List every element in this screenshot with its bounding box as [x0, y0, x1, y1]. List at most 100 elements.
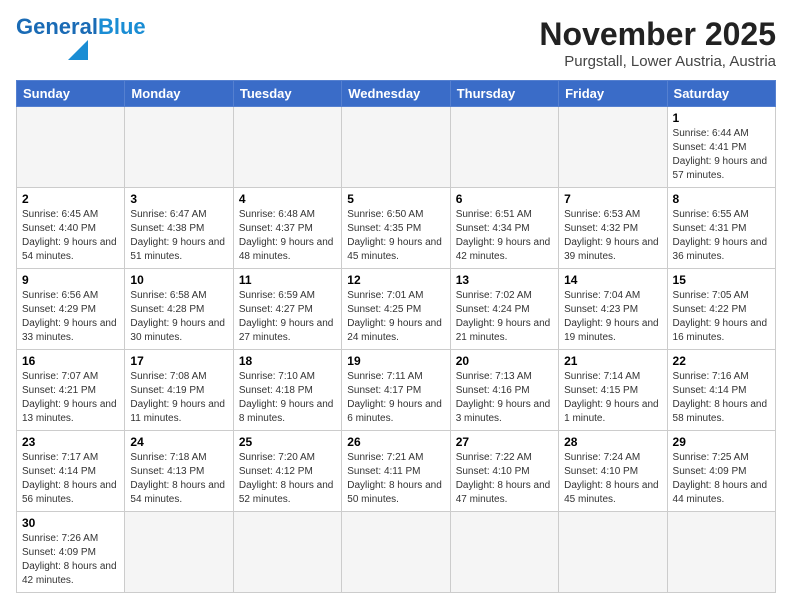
calendar-day-cell: 19 Sunrise: 7:11 AM Sunset: 4:17 PM Dayli… [342, 350, 450, 431]
day-info: Sunrise: 7:01 AM Sunset: 4:25 PM Dayligh… [347, 289, 444, 345]
day-number: 23 [22, 435, 119, 449]
day-info: Sunrise: 6:44 AM Sunset: 4:41 PM Dayligh… [673, 127, 770, 183]
calendar-day-cell: 9 Sunrise: 6:56 AM Sunset: 4:29 PM Daylig… [17, 269, 125, 350]
day-info: Sunrise: 7:11 AM Sunset: 4:17 PM Dayligh… [347, 370, 444, 426]
calendar-day-cell: 8Sunrise: 6:55 AM Sunset: 4:31 PM Daylig… [667, 188, 775, 269]
day-number: 25 [239, 435, 336, 449]
day-number: 3 [130, 192, 227, 206]
calendar-day-cell: 16 Sunrise: 7:07 AM Sunset: 4:21 PM Dayli… [17, 350, 125, 431]
day-info: Sunrise: 7:17 AM Sunset: 4:14 PM Dayligh… [22, 451, 119, 507]
day-number: 11 [239, 273, 336, 287]
calendar-table: SundayMondayTuesdayWednesdayThursdayFrid… [16, 80, 776, 593]
calendar-day-cell: 23 Sunrise: 7:17 AM Sunset: 4:14 PM Dayli… [17, 431, 125, 512]
calendar-day-cell: 29 Sunrise: 7:25 AM Sunset: 4:09 PM Dayli… [667, 431, 775, 512]
day-number: 17 [130, 354, 227, 368]
calendar-day-cell: 12 Sunrise: 7:01 AM Sunset: 4:25 PM Dayli… [342, 269, 450, 350]
day-info: Sunrise: 6:58 AM Sunset: 4:28 PM Dayligh… [130, 289, 227, 345]
calendar-day-cell: 22 Sunrise: 7:16 AM Sunset: 4:14 PM Dayli… [667, 350, 775, 431]
calendar-day-cell: 11 Sunrise: 6:59 AM Sunset: 4:27 PM Dayli… [233, 269, 341, 350]
calendar-day-cell: 27Sunrise: 7:22 AM Sunset: 4:10 PM Dayli… [450, 431, 558, 512]
calendar-week-row: 2 Sunrise: 6:45 AM Sunset: 4:40 PM Daylig… [17, 188, 776, 269]
day-info: Sunrise: 7:18 AM Sunset: 4:13 PM Dayligh… [130, 451, 227, 507]
day-number: 8 [673, 192, 770, 206]
weekday-header: Saturday [667, 81, 775, 107]
calendar-day-cell [450, 107, 558, 188]
day-number: 14 [564, 273, 661, 287]
day-number: 20 [456, 354, 553, 368]
calendar-day-cell [125, 512, 233, 593]
calendar-day-cell: 17 Sunrise: 7:08 AM Sunset: 4:19 PM Dayli… [125, 350, 233, 431]
day-info: Sunrise: 7:13 AM Sunset: 4:16 PM Dayligh… [456, 370, 553, 426]
calendar-day-cell: 20 Sunrise: 7:13 AM Sunset: 4:16 PM Dayli… [450, 350, 558, 431]
day-number: 6 [456, 192, 553, 206]
day-number: 7 [564, 192, 661, 206]
day-info: Sunrise: 6:53 AM Sunset: 4:32 PM Dayligh… [564, 208, 661, 264]
calendar-day-cell [450, 512, 558, 593]
day-number: 19 [347, 354, 444, 368]
day-number: 12 [347, 273, 444, 287]
day-number: 22 [673, 354, 770, 368]
day-info: Sunrise: 6:45 AM Sunset: 4:40 PM Dayligh… [22, 208, 119, 264]
day-info: Sunrise: 7:24 AM Sunset: 4:10 PM Dayligh… [564, 451, 661, 507]
logo-text-general: GeneralBlue [16, 16, 146, 38]
calendar-day-cell: 6Sunrise: 6:51 AM Sunset: 4:34 PM Daylig… [450, 188, 558, 269]
calendar-day-cell [342, 512, 450, 593]
day-number: 18 [239, 354, 336, 368]
day-number: 9 [22, 273, 119, 287]
calendar-day-cell [125, 107, 233, 188]
day-info: Sunrise: 7:25 AM Sunset: 4:09 PM Dayligh… [673, 451, 770, 507]
day-info: Sunrise: 6:59 AM Sunset: 4:27 PM Dayligh… [239, 289, 336, 345]
day-number: 2 [22, 192, 119, 206]
calendar-day-cell: 5 Sunrise: 6:50 AM Sunset: 4:35 PM Daylig… [342, 188, 450, 269]
month-year: November 2025 [539, 16, 776, 53]
calendar-day-cell: 7 Sunrise: 6:53 AM Sunset: 4:32 PM Daylig… [559, 188, 667, 269]
day-info: Sunrise: 7:26 AM Sunset: 4:09 PM Dayligh… [22, 532, 119, 588]
day-number: 5 [347, 192, 444, 206]
day-info: Sunrise: 7:08 AM Sunset: 4:19 PM Dayligh… [130, 370, 227, 426]
calendar-day-cell: 3Sunrise: 6:47 AM Sunset: 4:38 PM Daylig… [125, 188, 233, 269]
day-info: Sunrise: 7:16 AM Sunset: 4:14 PM Dayligh… [673, 370, 770, 426]
day-number: 29 [673, 435, 770, 449]
day-info: Sunrise: 7:14 AM Sunset: 4:15 PM Dayligh… [564, 370, 661, 426]
calendar-day-cell: 2 Sunrise: 6:45 AM Sunset: 4:40 PM Daylig… [17, 188, 125, 269]
day-number: 16 [22, 354, 119, 368]
calendar-day-cell: 25 Sunrise: 7:20 AM Sunset: 4:12 PM Dayli… [233, 431, 341, 512]
day-info: Sunrise: 7:05 AM Sunset: 4:22 PM Dayligh… [673, 289, 770, 345]
day-number: 28 [564, 435, 661, 449]
day-number: 10 [130, 273, 227, 287]
calendar-day-cell: 15 Sunrise: 7:05 AM Sunset: 4:22 PM Dayli… [667, 269, 775, 350]
weekday-header: Tuesday [233, 81, 341, 107]
calendar-header-row: SundayMondayTuesdayWednesdayThursdayFrid… [17, 81, 776, 107]
calendar-week-row: 9 Sunrise: 6:56 AM Sunset: 4:29 PM Daylig… [17, 269, 776, 350]
weekday-header: Wednesday [342, 81, 450, 107]
weekday-header: Sunday [17, 81, 125, 107]
calendar-day-cell: 13Sunrise: 7:02 AM Sunset: 4:24 PM Dayli… [450, 269, 558, 350]
day-number: 27 [456, 435, 553, 449]
day-number: 1 [673, 111, 770, 125]
calendar-day-cell: 28 Sunrise: 7:24 AM Sunset: 4:10 PM Dayli… [559, 431, 667, 512]
calendar-day-cell [559, 512, 667, 593]
calendar-day-cell: 26Sunrise: 7:21 AM Sunset: 4:11 PM Dayli… [342, 431, 450, 512]
day-number: 4 [239, 192, 336, 206]
calendar-day-cell [17, 107, 125, 188]
calendar-day-cell [233, 512, 341, 593]
day-number: 15 [673, 273, 770, 287]
day-number: 24 [130, 435, 227, 449]
calendar-day-cell [667, 512, 775, 593]
day-info: Sunrise: 6:50 AM Sunset: 4:35 PM Dayligh… [347, 208, 444, 264]
page-header: GeneralBlue November 2025 Purgstall, Low… [16, 16, 776, 70]
day-info: Sunrise: 7:21 AM Sunset: 4:11 PM Dayligh… [347, 451, 444, 507]
calendar-day-cell: 14Sunrise: 7:04 AM Sunset: 4:23 PM Dayli… [559, 269, 667, 350]
day-info: Sunrise: 7:02 AM Sunset: 4:24 PM Dayligh… [456, 289, 553, 345]
day-info: Sunrise: 7:10 AM Sunset: 4:18 PM Dayligh… [239, 370, 336, 426]
weekday-header: Monday [125, 81, 233, 107]
logo: GeneralBlue [16, 16, 146, 60]
day-number: 21 [564, 354, 661, 368]
day-info: Sunrise: 6:56 AM Sunset: 4:29 PM Dayligh… [22, 289, 119, 345]
day-info: Sunrise: 7:07 AM Sunset: 4:21 PM Dayligh… [22, 370, 119, 426]
calendar-day-cell [342, 107, 450, 188]
calendar-week-row: 1 Sunrise: 6:44 AM Sunset: 4:41 PM Daylig… [17, 107, 776, 188]
calendar-week-row: 16 Sunrise: 7:07 AM Sunset: 4:21 PM Dayli… [17, 350, 776, 431]
day-info: Sunrise: 7:20 AM Sunset: 4:12 PM Dayligh… [239, 451, 336, 507]
calendar-day-cell [233, 107, 341, 188]
